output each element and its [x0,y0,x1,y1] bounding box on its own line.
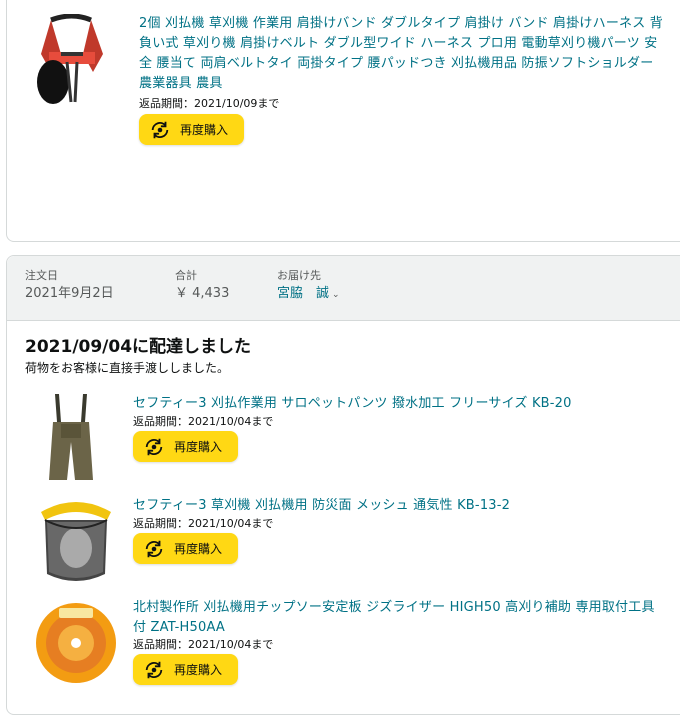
rebuy-label: 再度購入 [174,542,223,556]
order-total-value: ￥ 4,433 [175,286,230,301]
overalls-product-image[interactable] [41,392,101,484]
ship-to-label: お届け先 [277,269,321,282]
delivery-note: 荷物をお客様に直接手渡ししました。 [25,361,230,375]
delivery-status: 2021/09/04に配達しました [25,337,252,357]
order-date: 注文日 2021年9月2日 [25,269,114,303]
disc-product-image[interactable] [33,600,119,686]
item-title-link[interactable]: 2個 刈払機 草刈機 作業用 肩掛けバンド ダブルタイプ 肩掛け バンド 肩掛け… [139,14,669,94]
rebuy-button[interactable]: 再度購入 [133,654,238,685]
rebuy-icon [145,438,163,455]
chevron-down-icon[interactable]: ⌄ [332,290,340,300]
order-date-label: 注文日 [25,269,58,282]
order-card: 注文日 2021年9月2日 合計 ￥ 4,433 お届け先 宮脇 誠 ⌄ 2021… [6,255,680,715]
harness-product-image[interactable] [31,14,113,106]
rebuy-button[interactable]: 再度購入 [139,114,244,145]
item-title-link[interactable]: セフティー3 草刈機 刈払機用 防災面 メッシュ 通気性 KB-13-2 [133,496,663,516]
item-title-link[interactable]: 北村製作所 刈払機用チップソー安定板 ジズライザー HIGH50 高刈り補助 専… [133,598,663,638]
previous-order-card: 2個 刈払機 草刈機 作業用 肩掛けバンド ダブルタイプ 肩掛け バンド 肩掛け… [6,0,680,242]
order-total-label: 合計 [175,269,197,282]
rebuy-button[interactable]: 再度購入 [133,533,238,564]
ship-to-dropdown[interactable]: 宮脇 誠 ⌄ [277,285,340,304]
return-period: 返品期間：2021/10/09まで [139,97,280,110]
rebuy-icon [151,121,169,138]
face-shield-product-image[interactable] [33,496,119,588]
return-period: 返品期間：2021/10/04まで [133,638,274,651]
rebuy-label: 再度購入 [174,440,223,454]
rebuy-button[interactable]: 再度購入 [133,431,238,462]
rebuy-label: 再度購入 [180,123,229,137]
rebuy-icon [145,661,163,678]
rebuy-icon [145,540,163,557]
ship-to: お届け先 宮脇 誠 ⌄ [277,269,340,304]
item-title-link[interactable]: セフティー3 刈払作業用 サロペットパンツ 撥水加工 フリーサイズ KB-20 [133,394,663,414]
order-header: 注文日 2021年9月2日 合計 ￥ 4,433 お届け先 宮脇 誠 ⌄ [7,256,680,321]
return-period: 返品期間：2021/10/04まで [133,517,274,530]
order-date-value: 2021年9月2日 [25,286,114,301]
return-period: 返品期間：2021/10/04まで [133,415,274,428]
ship-to-name[interactable]: 宮脇 誠 [277,286,329,301]
order-total: 合計 ￥ 4,433 [175,269,229,303]
rebuy-label: 再度購入 [174,663,223,677]
